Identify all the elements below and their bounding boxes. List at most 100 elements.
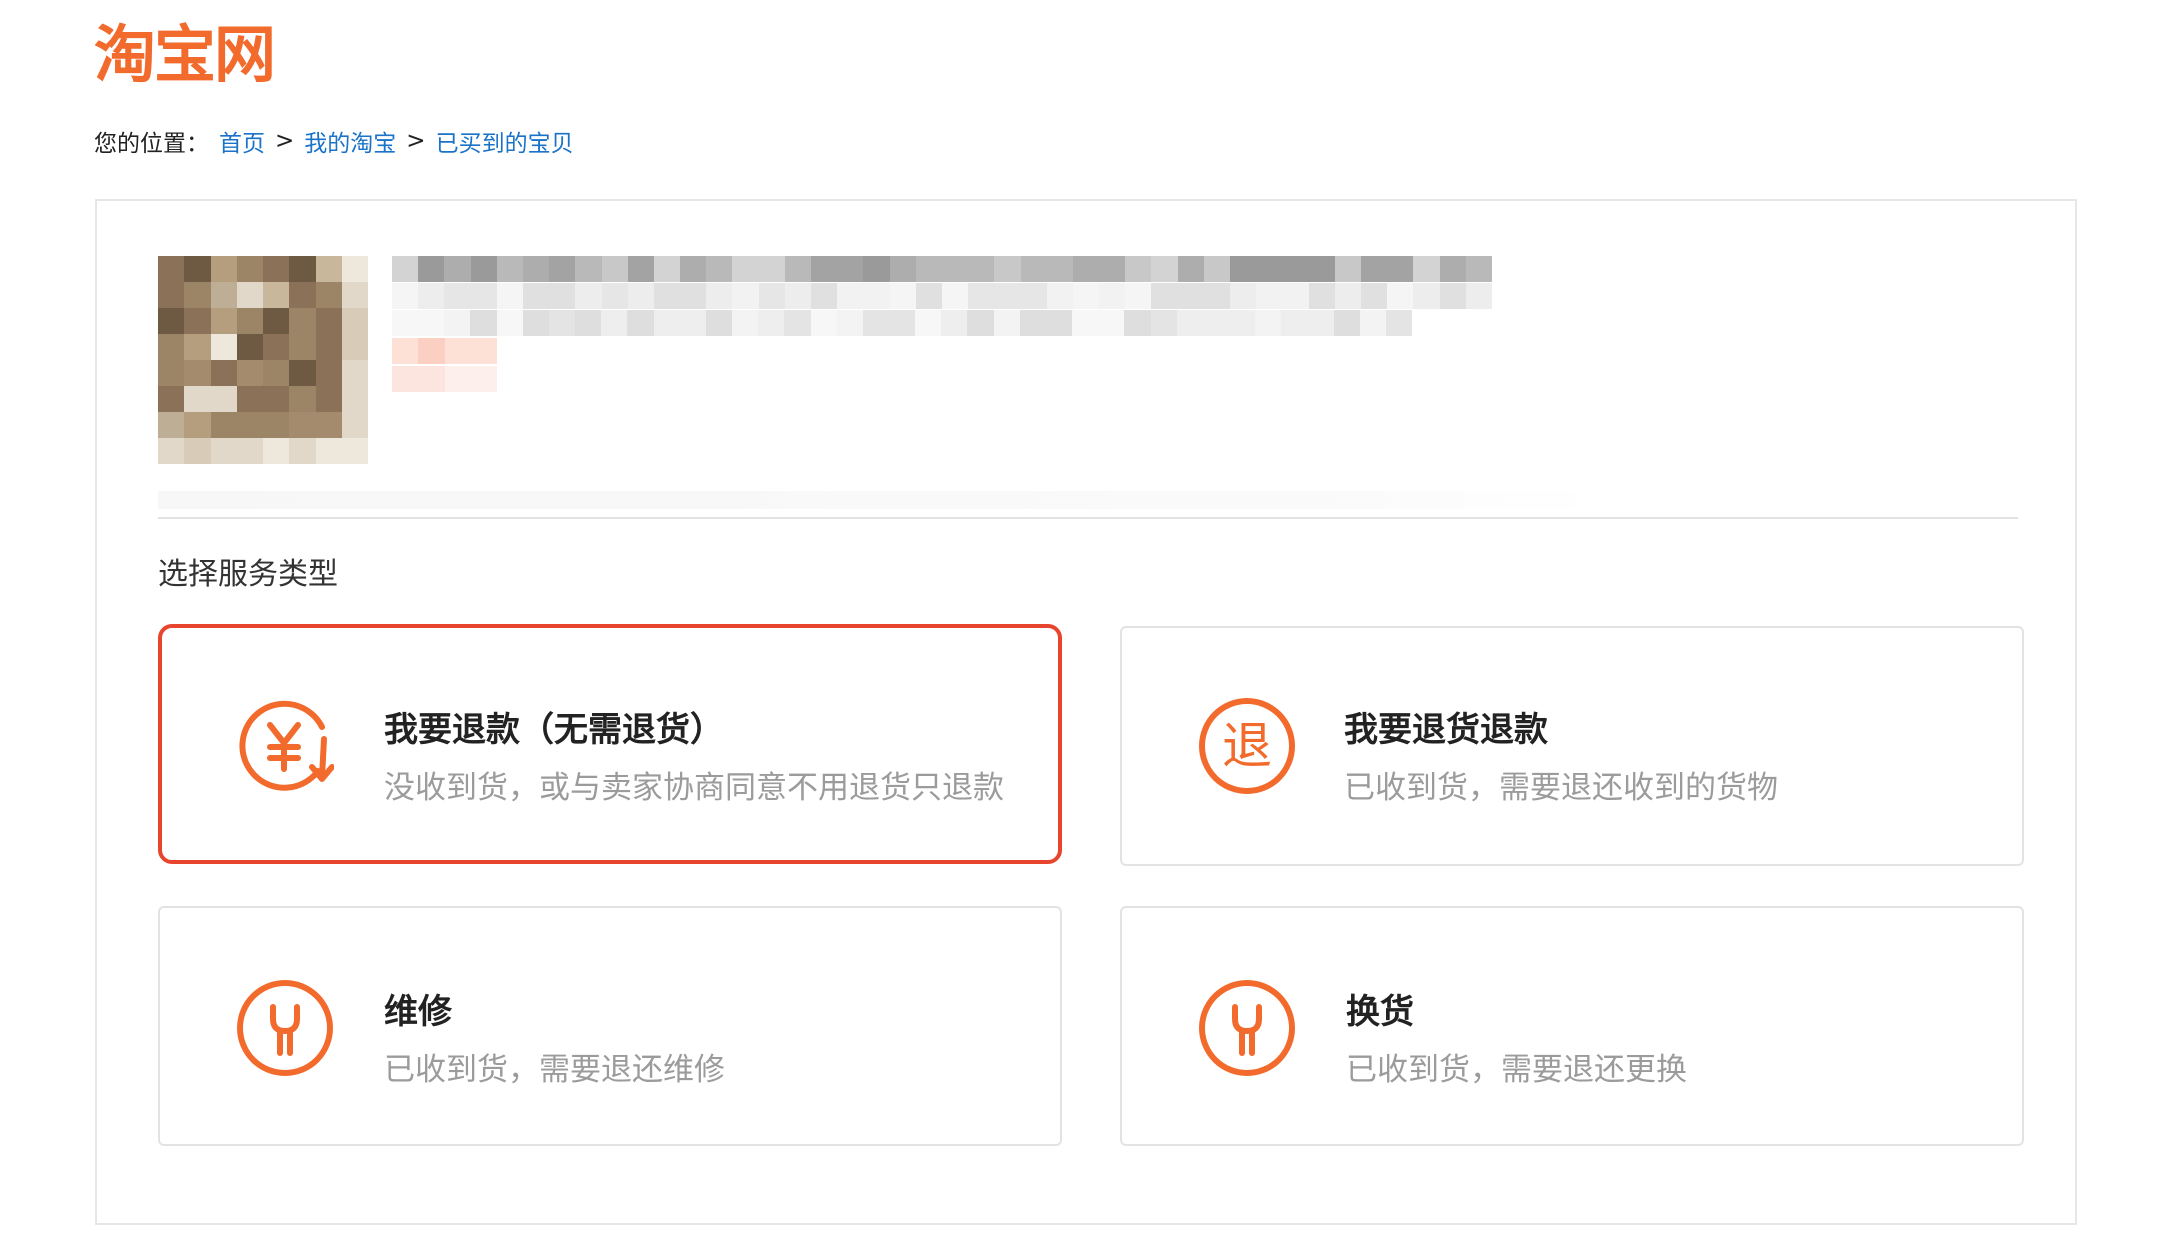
blurred-text-cell: [1177, 283, 1204, 309]
blurred-text-cell: [706, 283, 733, 309]
blurred-text-cell: [418, 283, 445, 309]
blurred-text-cell: [627, 310, 654, 336]
service-card-return-refund[interactable]: 退 我要退货退款 已收到货，需要退还收到的货物: [1120, 626, 2024, 866]
blurred-text-cell: [784, 310, 811, 336]
refund-yen-icon: [236, 697, 335, 795]
blurred-text-cell: [1203, 256, 1230, 282]
blurred-text-line: [392, 310, 1413, 336]
blurred-text-cell: [418, 310, 445, 336]
service-card-title: 我要退货退款: [1344, 710, 1548, 750]
return-tui-icon: 退: [1198, 697, 1296, 795]
blurred-text-cell: [444, 283, 471, 309]
blurred-text-cell: [915, 310, 942, 336]
breadcrumb-link-home[interactable]: 首页: [219, 124, 265, 158]
thumbnail-pixel: [184, 308, 211, 334]
blurred-text-cell: [653, 310, 680, 336]
thumbnail-pixel: [315, 386, 342, 412]
blurred-text-cell: [1465, 283, 1492, 309]
service-card-desc: 没收到货，或与卖家协商同意不用退货只退款: [384, 770, 1004, 806]
blurred-text-cell: [470, 338, 497, 364]
taobao-logo[interactable]: 淘宝网: [94, 14, 276, 91]
blurred-text-cell: [653, 283, 681, 309]
blurred-text-cell: [1387, 283, 1414, 309]
blurred-text-cell: [575, 283, 602, 309]
thumbnail-pixel: [236, 334, 263, 360]
blurred-text-cell: [863, 283, 890, 309]
blurred-text-cell: [1387, 256, 1414, 282]
blurred-text-cell: [392, 256, 419, 282]
blurred-text-cell: [758, 310, 785, 336]
blurred-text-cell: [889, 283, 916, 309]
service-card-title: 我要退款（无需退货）: [384, 710, 724, 750]
product-info-blurred: [392, 256, 1492, 416]
thumbnail-pixel: [210, 438, 237, 464]
blurred-text-cell: [1203, 283, 1230, 309]
blurred-text-cell: [470, 366, 497, 392]
service-card-desc: 已收到货，需要退还收到的货物: [1344, 770, 1778, 806]
blurred-text-cell: [1177, 256, 1204, 282]
section-divider: [158, 517, 2018, 519]
thumbnail-pixel: [315, 256, 342, 282]
blurred-text-cell: [1125, 256, 1152, 282]
breadcrumb-link-my-taobao[interactable]: 我的淘宝: [304, 124, 396, 158]
blurred-text-cell: [653, 256, 681, 282]
blurred-text-cell: [470, 256, 497, 282]
blurred-text-cell: [1229, 310, 1256, 336]
blurred-text-cell: [680, 283, 707, 309]
blurred-text-cell: [941, 283, 969, 309]
thumbnail-pixel: [315, 412, 342, 438]
blurred-text-cell: [994, 256, 1021, 282]
blurred-text-cell: [1308, 283, 1335, 309]
thumbnail-pixel: [289, 282, 316, 308]
thumbnail-pixel: [315, 308, 342, 334]
blurred-text-cell: [1072, 256, 1100, 282]
blurred-text-cell: [1125, 283, 1152, 309]
blurred-text-cell: [1282, 283, 1309, 309]
service-card-title: 维修: [384, 992, 452, 1032]
blurred-text-cell: [1046, 256, 1073, 282]
thumbnail-pixel: [184, 360, 211, 386]
service-card-refund-only[interactable]: 我要退款（无需退货） 没收到货，或与卖家协商同意不用退货只退款: [158, 624, 1062, 864]
blurred-text-cell: [1124, 310, 1151, 336]
blurred-text-cell: [705, 310, 733, 336]
blurred-text-cell: [941, 310, 968, 336]
blurred-text-line: [392, 366, 497, 392]
thumbnail-pixel: [184, 438, 211, 464]
blurred-text-cell: [967, 310, 994, 336]
blurred-text-cell: [1230, 283, 1257, 309]
service-card-title: 换货: [1346, 992, 1414, 1032]
blurred-text-cell: [758, 283, 785, 309]
blurred-text-cell: [888, 310, 916, 336]
thumbnail-pixel: [158, 282, 185, 308]
service-card-exchange[interactable]: 换货 已收到货，需要退还更换: [1120, 906, 2024, 1146]
thumbnail-pixel: [210, 256, 237, 282]
blurred-text-cell: [1413, 283, 1440, 309]
blurred-text-cell: [575, 256, 602, 282]
blurred-text-cell: [863, 256, 890, 282]
thumbnail-pixel: [210, 334, 237, 360]
blurred-text-cell: [680, 256, 707, 282]
thumbnail-pixel: [289, 412, 316, 438]
thumbnail-pixel: [263, 438, 290, 464]
blurred-text-cell: [1151, 283, 1178, 309]
blurred-text-cell: [1202, 310, 1229, 336]
product-thumbnail[interactable]: [158, 256, 368, 464]
blurred-text-cell: [522, 256, 550, 282]
blurred-text-cell: [915, 283, 942, 309]
service-panel: 选择服务类型 我要退款（无需退货） 没收到货，或与卖家协商同意不用退货只退款 退…: [95, 199, 2077, 1225]
service-card-repair[interactable]: 维修 已收到货，需要退还维修: [158, 906, 1062, 1146]
blurred-text-cell: [837, 283, 864, 309]
blurred-text-cell: [627, 283, 654, 309]
blurred-text-cell: [1439, 283, 1466, 309]
blurred-text-cell: [1150, 310, 1177, 336]
thumbnail-pixel: [236, 412, 263, 438]
blurred-text-cell: [444, 310, 471, 336]
breadcrumb-link-bought-items[interactable]: 已买到的宝贝: [436, 124, 574, 158]
blurred-text-cell: [1045, 310, 1073, 336]
thumbnail-pixel: [236, 360, 263, 386]
blurred-text-cell: [784, 256, 811, 282]
thumbnail-pixel: [341, 438, 368, 464]
thumbnail-pixel: [289, 360, 316, 386]
thumbnail-pixel: [158, 334, 185, 360]
blurred-text-cell: [811, 256, 838, 282]
